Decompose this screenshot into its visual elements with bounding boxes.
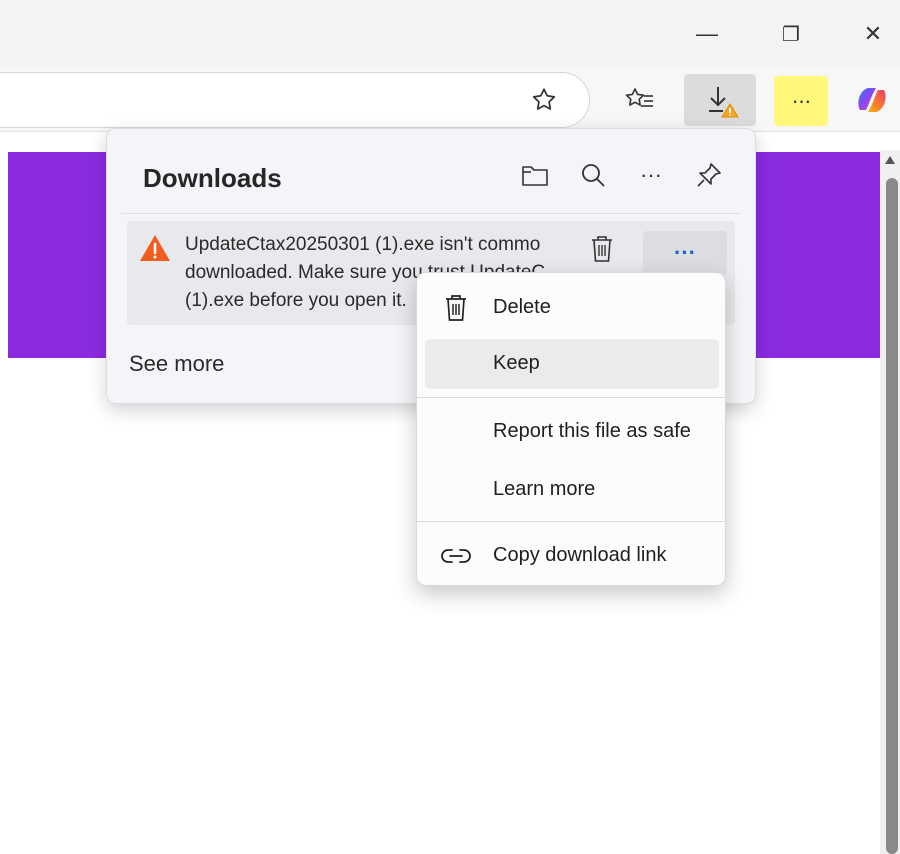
arrow-up-icon (885, 156, 895, 164)
menu-label: Learn more (493, 478, 596, 500)
restore-icon: ❐ (782, 23, 800, 46)
search-icon (582, 164, 605, 187)
menu-separator (417, 397, 725, 398)
menu-item-copy-link[interactable]: Copy download link (425, 531, 719, 581)
scrollbar-thumb[interactable] (886, 178, 898, 854)
download-context-menu: Delete Keep Report this file as safe Lea… (416, 272, 726, 586)
open-downloads-folder-button[interactable] (515, 155, 555, 195)
add-favorite-button[interactable] (528, 84, 560, 116)
restore-button[interactable]: ❐ (768, 14, 814, 54)
favorites-button[interactable] (614, 74, 666, 126)
pin-downloads-button[interactable] (689, 155, 729, 195)
menu-item-delete[interactable]: Delete (425, 283, 719, 333)
menu-label: Delete (493, 296, 551, 318)
minimize-button[interactable]: — (684, 14, 730, 54)
downloads-title: Downloads (143, 163, 282, 193)
close-icon: ✕ (863, 21, 883, 46)
see-more-link[interactable]: See more (129, 351, 224, 377)
menu-label: Keep (493, 352, 540, 374)
favorites-list-icon (625, 88, 653, 107)
menu-item-keep[interactable]: Keep (425, 339, 719, 389)
menu-item-report-safe[interactable]: Report this file as safe (425, 407, 719, 457)
link-icon (441, 541, 471, 571)
warning-line-1: UpdateCtax20250301 (1).exe isn't commo (185, 234, 541, 255)
search-downloads-button[interactable] (573, 155, 613, 195)
menu-label: Copy download link (493, 544, 667, 566)
delete-download-button[interactable] (585, 231, 619, 267)
close-window-button[interactable]: ✕ (850, 14, 896, 54)
trash-icon (441, 293, 471, 323)
warning-icon (140, 235, 170, 261)
downloads-button[interactable] (684, 74, 756, 126)
address-bar[interactable] (0, 72, 590, 128)
panel-divider (121, 213, 741, 214)
settings-and-more-button[interactable]: ··· (774, 76, 828, 126)
scroll-up-button[interactable] (884, 154, 896, 166)
title-bar (0, 0, 900, 68)
download-warning-icon (709, 87, 739, 118)
pin-icon (697, 163, 721, 187)
copilot-button[interactable] (846, 74, 898, 126)
copilot-icon (858, 88, 886, 112)
menu-label: Report this file as safe (493, 420, 691, 442)
more-icon: ··· (640, 162, 662, 187)
folder-icon (522, 166, 548, 186)
downloads-more-options-button[interactable]: ··· (631, 155, 671, 195)
menu-item-learn-more[interactable]: Learn more (425, 465, 719, 515)
star-icon (532, 88, 556, 110)
more-icon: ··· (674, 240, 696, 265)
minimize-icon: — (696, 21, 718, 46)
trash-icon (592, 236, 612, 262)
more-icon: ··· (791, 88, 812, 113)
download-item-more-button[interactable]: ··· (643, 231, 727, 275)
menu-separator (417, 521, 725, 522)
